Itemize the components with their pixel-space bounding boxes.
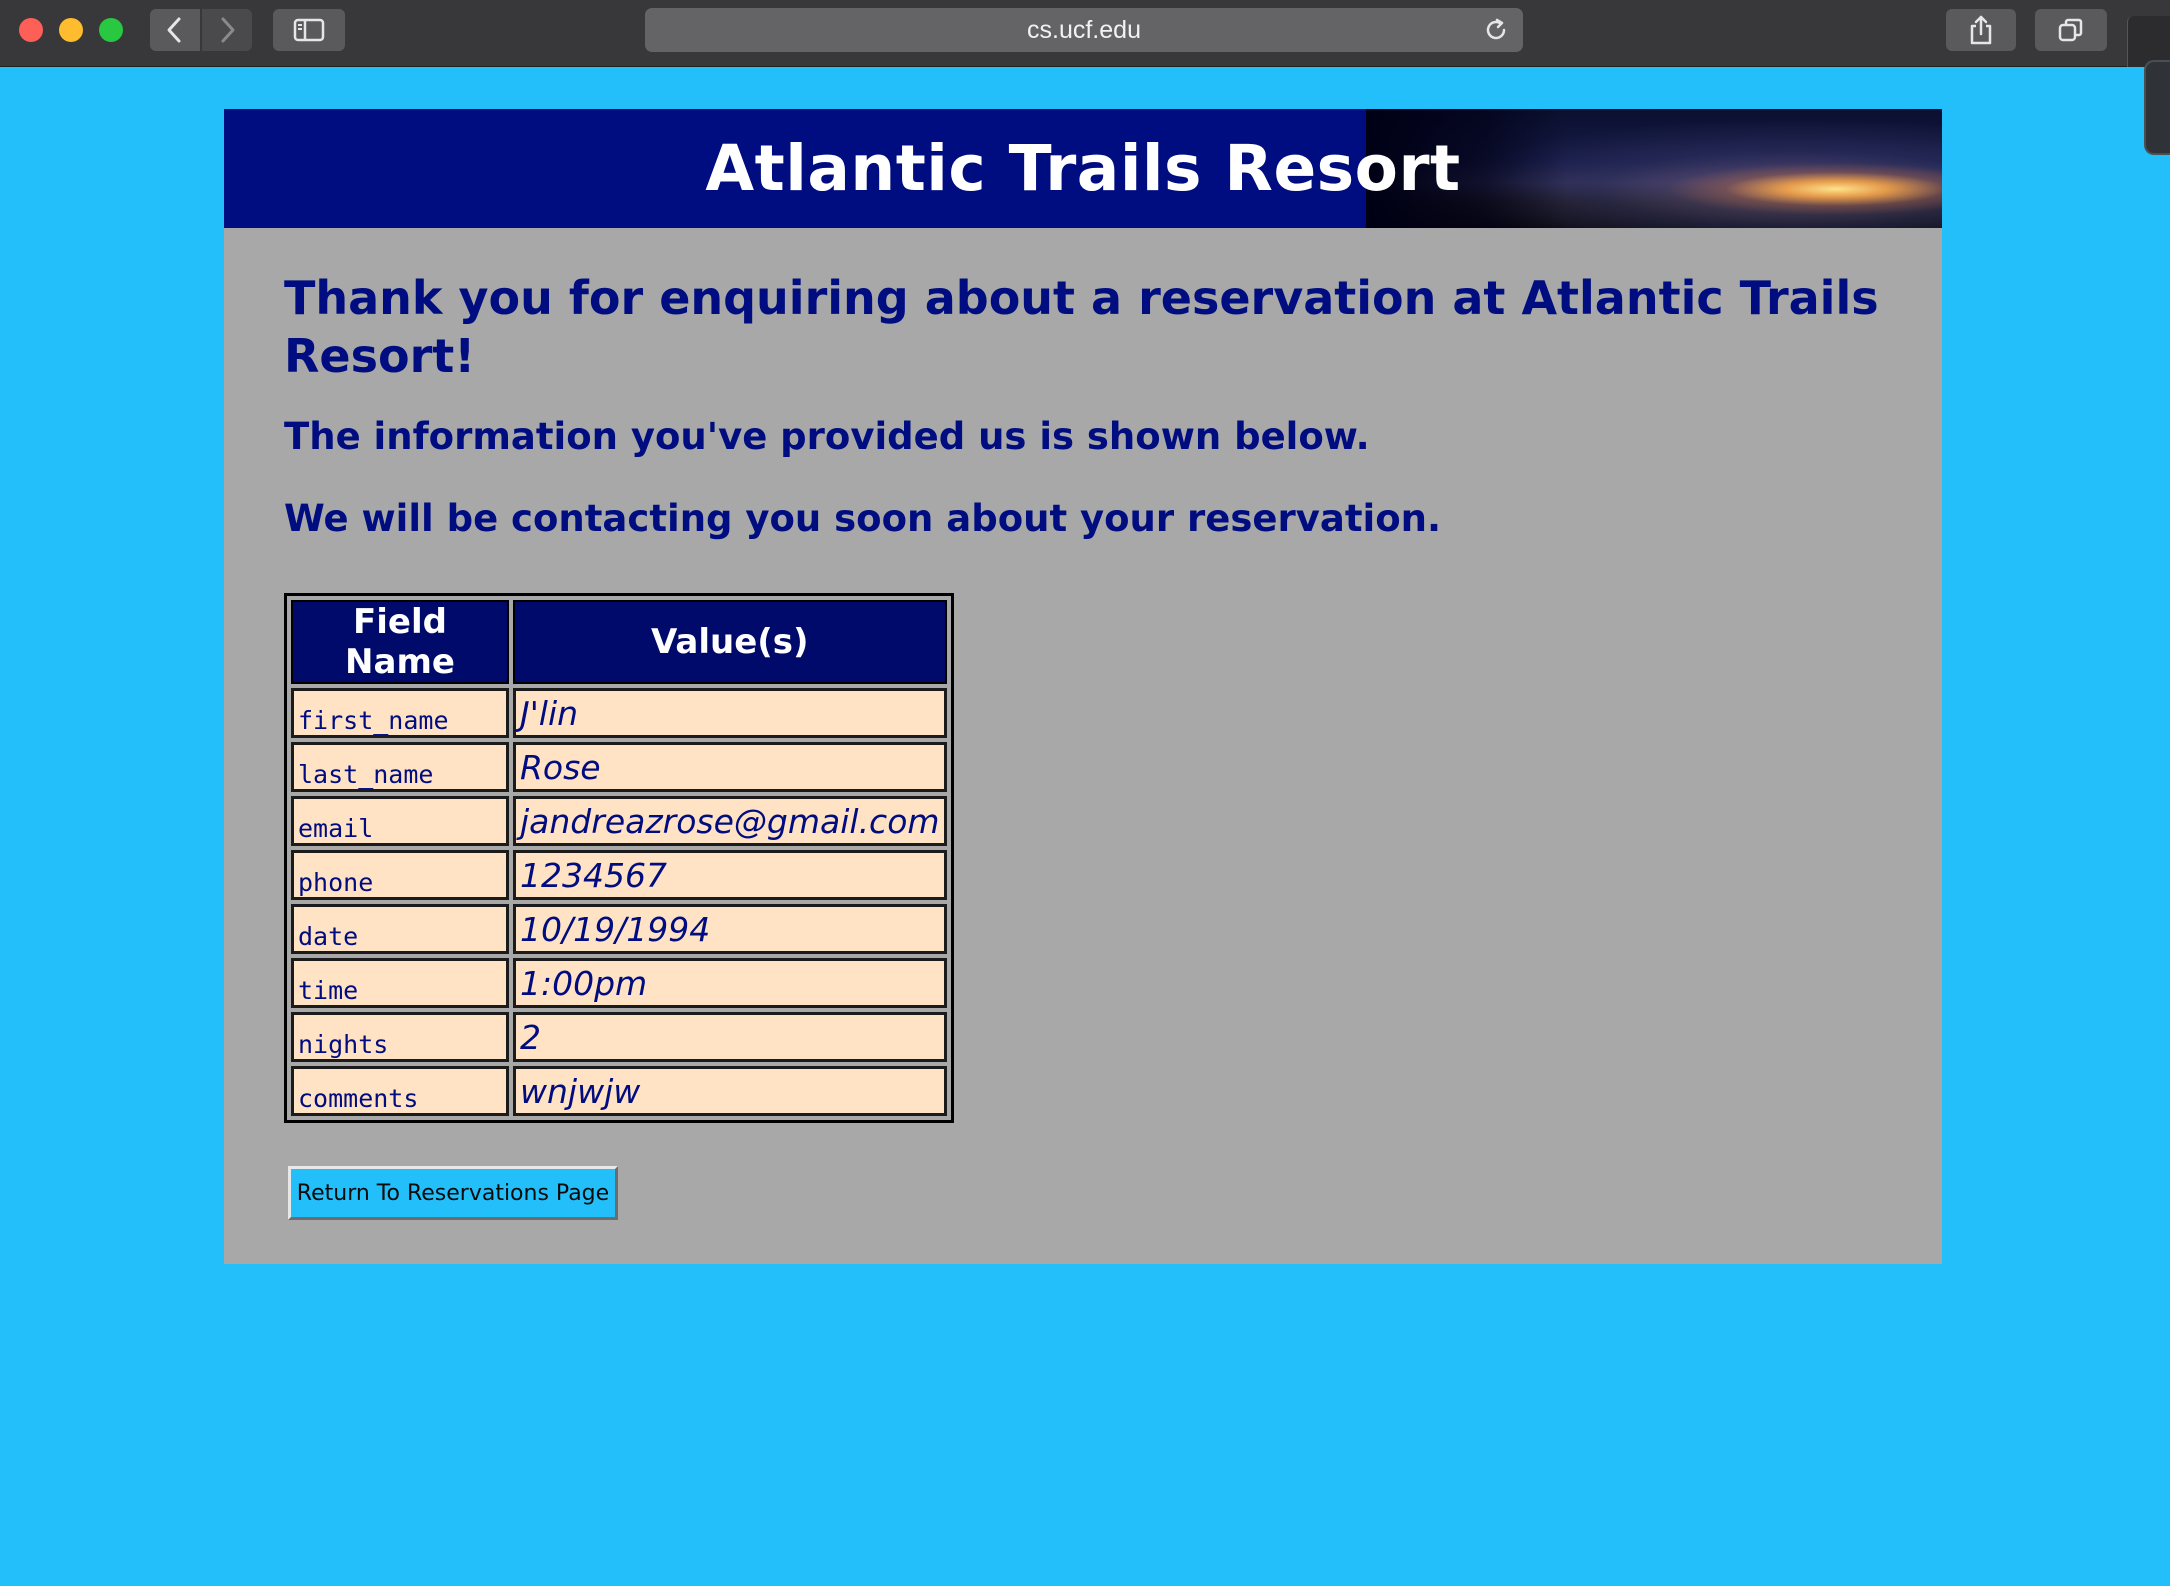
field-name-cell: date [291,904,509,954]
share-button[interactable] [1946,9,2016,51]
side-panel-handle[interactable] [2144,60,2170,155]
info-subheading: The information you've provided us is sh… [284,415,1370,458]
table-row: time 1:00pm [291,958,947,1008]
field-value-cell: jandreazrose@gmail.com [513,796,947,846]
field-name-cell: first_name [291,688,509,738]
field-value-cell: 1234567 [513,850,947,900]
field-name-cell: phone [291,850,509,900]
field-name-cell: comments [291,1066,509,1116]
field-value-cell: 2 [513,1012,947,1062]
return-to-reservations-button[interactable]: Return To Reservations Page [288,1166,618,1220]
contact-subheading: We will be contacting you soon about you… [284,497,1442,540]
table-header-row: Field Name Value(s) [291,600,947,684]
table-row: phone 1234567 [291,850,947,900]
minimize-window-button[interactable] [59,18,83,42]
reservation-details-table: Field Name Value(s) first_name J'lin las… [284,593,954,1123]
thank-you-heading: Thank you for enquiring about a reservat… [284,271,1879,383]
forward-button[interactable] [202,9,252,51]
field-name-cell: time [291,958,509,1008]
page-container: Atlantic Trails Resort Thank you for enq… [224,109,1942,1264]
field-value-cell: 10/19/1994 [513,904,947,954]
browser-toolbar: cs.ucf.edu [0,0,2170,67]
header-banner: Atlantic Trails Resort [224,109,1942,228]
table-row: date 10/19/1994 [291,904,947,954]
table-row: comments wnjwjw [291,1066,947,1116]
field-value-cell: wnjwjw [513,1066,947,1116]
close-window-button[interactable] [19,18,43,42]
confirmation-message: Thank you for enquiring about a reservat… [284,269,1904,541]
table-row: last_name Rose [291,742,947,792]
reload-icon[interactable] [1483,17,1509,43]
field-value-cell: 1:00pm [513,958,947,1008]
field-name-cell: nights [291,1012,509,1062]
zoom-window-button[interactable] [99,18,123,42]
field-name-cell: email [291,796,509,846]
column-header-values: Value(s) [513,600,947,684]
share-icon [1970,15,1992,45]
sidebar-toggle-button[interactable] [273,9,345,51]
field-name-cell: last_name [291,742,509,792]
chevron-right-icon [221,17,235,43]
address-bar[interactable]: cs.ucf.edu [645,8,1523,52]
tab-overview-button[interactable] [2035,9,2107,51]
table-row: nights 2 [291,1012,947,1062]
column-header-field-name: Field Name [291,600,509,684]
table-row: email jandreazrose@gmail.com [291,796,947,846]
site-title: Atlantic Trails Resort [705,132,1461,205]
sidebar-icon [293,18,325,42]
back-button[interactable] [150,9,200,51]
tabs-icon [2058,18,2083,42]
field-value-cell: Rose [513,742,947,792]
chevron-left-icon [167,17,181,43]
table-row: first_name J'lin [291,688,947,738]
address-url: cs.ucf.edu [1027,15,1141,44]
field-value-cell: J'lin [513,688,947,738]
